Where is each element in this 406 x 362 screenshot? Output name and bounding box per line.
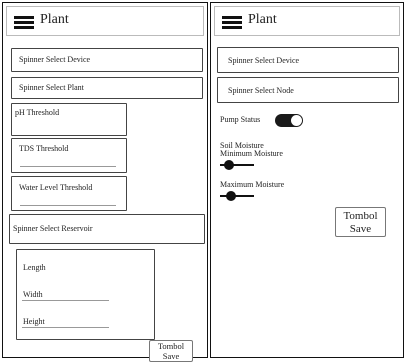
spinner-select-node-label: Spinner Select Node xyxy=(228,86,294,95)
page-title: Plant xyxy=(248,12,277,27)
slider-thumb[interactable] xyxy=(224,160,234,170)
tds-threshold-label: TDS Threshold xyxy=(19,144,69,153)
height-input-underline[interactable] xyxy=(22,327,109,328)
app-bar: Plant xyxy=(6,6,204,36)
reservoir-dimensions-card: Length Width Height xyxy=(16,249,155,340)
water-level-threshold-field[interactable]: Water Level Threshold xyxy=(11,176,127,211)
page-title: Plant xyxy=(40,12,69,27)
minimum-moisture-label: Minimum Moisture xyxy=(220,149,283,158)
ph-threshold-field[interactable]: pH Threshold xyxy=(11,103,127,136)
hamburger-menu-icon[interactable] xyxy=(14,16,34,29)
save-button-line1: Tombol xyxy=(343,210,378,222)
height-label: Height xyxy=(23,317,45,326)
save-button[interactable]: Tombol Save xyxy=(149,340,193,362)
minimum-moisture-slider[interactable] xyxy=(220,160,254,170)
app-bar: Plant xyxy=(214,6,400,36)
pump-status-toggle[interactable] xyxy=(275,114,303,127)
save-button-line2: Save xyxy=(349,222,372,235)
width-input-underline[interactable] xyxy=(22,300,109,301)
spinner-select-plant-label: Spinner Select Plant xyxy=(19,83,84,92)
toggle-knob xyxy=(291,115,302,126)
maximum-moisture-label: Maximum Moisture xyxy=(220,180,285,189)
maximum-moisture-slider[interactable] xyxy=(220,191,254,201)
pump-status-label: Pump Status xyxy=(220,115,261,124)
slider-thumb[interactable] xyxy=(226,191,236,201)
spinner-select-plant[interactable]: Spinner Select Plant xyxy=(11,77,203,99)
right-screen: Plant Spinner Select Device Spinner Sele… xyxy=(210,2,404,358)
water-level-input-underline xyxy=(20,205,116,206)
spinner-select-reservoir-label: Spinner Select Reservoir xyxy=(13,224,93,233)
left-screen: Plant Spinner Select Device Spinner Sele… xyxy=(2,2,208,362)
save-button-line2: Save xyxy=(162,350,180,361)
width-label: Width xyxy=(23,290,43,299)
spinner-select-device[interactable]: Spinner Select Device xyxy=(11,48,203,72)
spinner-select-device-label: Spinner Select Device xyxy=(228,56,300,65)
spinner-select-device-label: Spinner Select Device xyxy=(19,55,91,64)
spinner-select-device[interactable]: Spinner Select Device xyxy=(217,47,399,73)
save-button[interactable]: Tombol Save xyxy=(335,207,386,237)
hamburger-menu-icon[interactable] xyxy=(222,16,242,29)
water-level-threshold-label: Water Level Threshold xyxy=(19,183,93,192)
tds-input-underline xyxy=(20,166,116,167)
ph-threshold-label: pH Threshold xyxy=(15,108,60,117)
tds-threshold-field[interactable]: TDS Threshold xyxy=(11,138,127,173)
length-label: Length xyxy=(23,263,46,272)
spinner-select-node[interactable]: Spinner Select Node xyxy=(217,77,399,103)
spinner-select-reservoir[interactable]: Spinner Select Reservoir xyxy=(9,214,205,244)
